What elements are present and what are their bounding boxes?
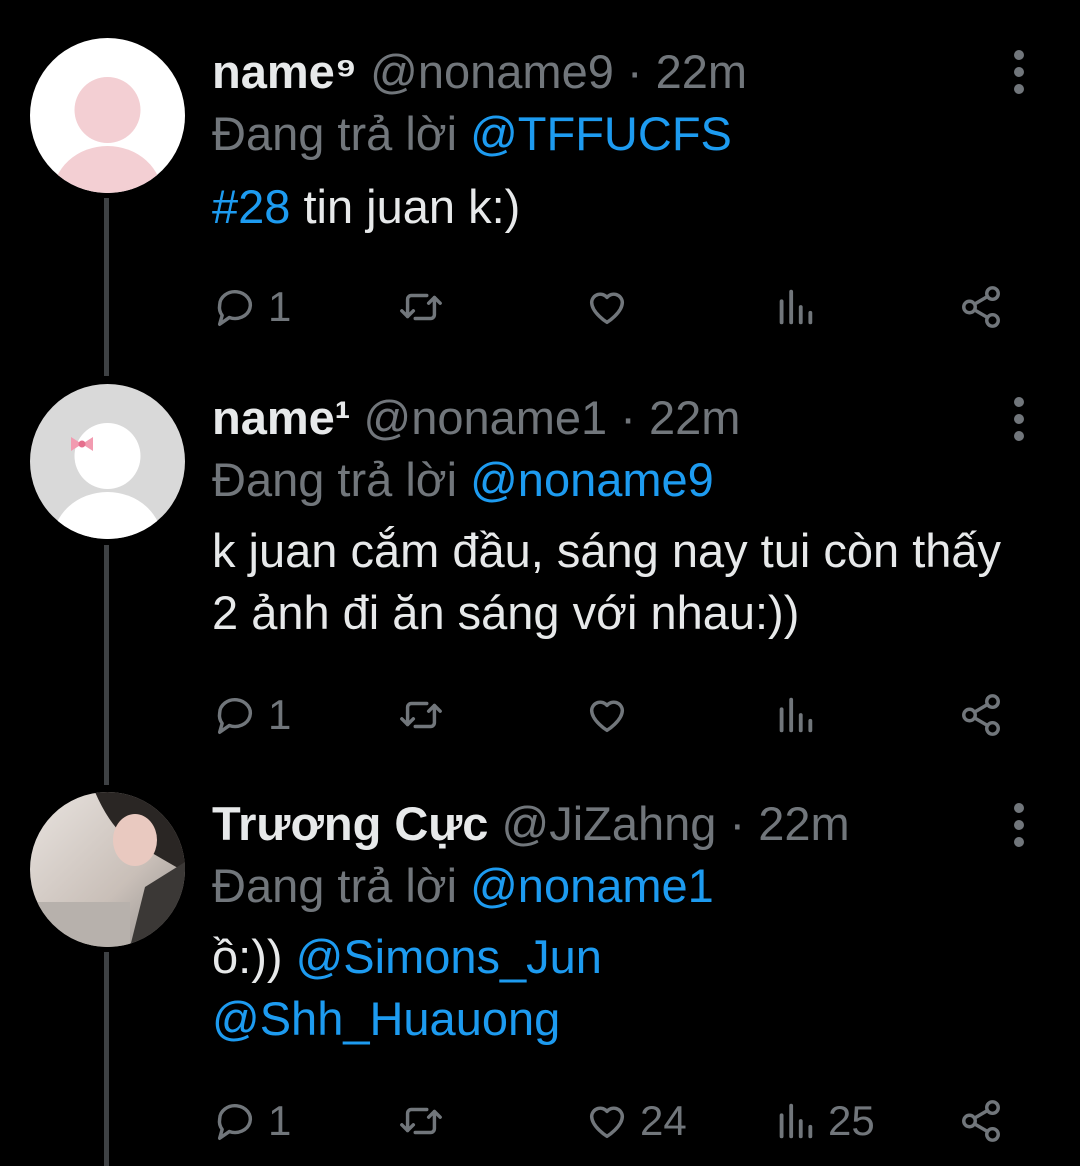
- tweet[interactable]: name⁹ @noname9 · 22m Đang trả lời @TFFUC…: [0, 0, 1080, 370]
- hashtag-link[interactable]: #28: [212, 180, 290, 233]
- views-icon: [779, 289, 813, 325]
- heart-icon: [589, 700, 625, 733]
- default-avatar-icon: [30, 38, 185, 193]
- views-button[interactable]: [772, 690, 818, 740]
- views-icon: [779, 697, 813, 733]
- reply-mention-link[interactable]: @TFFUCFS: [470, 107, 732, 160]
- reply-context: Đang trả lời @noname9: [212, 452, 1020, 508]
- reply-count: 1: [268, 1097, 292, 1144]
- user-handle[interactable]: @noname1: [364, 391, 608, 444]
- tweet-actions: 1: [212, 282, 1022, 332]
- mention-link[interactable]: @Shh_Huauong: [212, 992, 560, 1045]
- reply-icon: [217, 698, 253, 734]
- reply-prefix: Đang trả lời: [212, 107, 458, 160]
- tweet-header: name¹ @noname1 · 22m: [212, 390, 1020, 446]
- avatar[interactable]: [30, 792, 185, 947]
- user-handle[interactable]: @noname9: [370, 45, 614, 98]
- reply-mention-link[interactable]: @noname1: [470, 859, 714, 912]
- tweet[interactable]: name¹ @noname1 · 22m Đang trả lời @nonam…: [0, 370, 1080, 780]
- view-count: 25: [828, 1097, 875, 1144]
- reply-count: 1: [268, 283, 292, 330]
- more-options-icon[interactable]: [1004, 394, 1034, 444]
- default-avatar-icon: [30, 384, 185, 539]
- reply-count: 1: [268, 691, 292, 738]
- retweet-button[interactable]: [398, 690, 444, 740]
- views-icon: [779, 1103, 813, 1139]
- reply-context: Đang trả lời @noname1: [212, 858, 1020, 914]
- like-count: 24: [640, 1097, 687, 1144]
- retweet-icon: [400, 701, 442, 729]
- display-name[interactable]: Trương Cực: [212, 797, 488, 850]
- tweet-text: ồ:)) @Simons_Jun @Shh_Huauong: [212, 926, 1020, 1050]
- tweet[interactable]: Trương Cực @JiZahng · 22m Đang trả lời @…: [0, 780, 1080, 1166]
- tweet-header: name⁹ @noname9 · 22m: [212, 44, 1020, 100]
- like-button[interactable]: 24: [584, 1096, 687, 1146]
- avatar[interactable]: [30, 384, 185, 539]
- like-button[interactable]: [584, 282, 630, 332]
- user-handle[interactable]: @JiZahng: [502, 797, 717, 850]
- profile-photo-icon: [30, 792, 185, 947]
- like-button[interactable]: [584, 690, 630, 740]
- reply-prefix: Đang trả lời: [212, 859, 458, 912]
- reply-context: Đang trả lời @TFFUCFS: [212, 106, 1020, 162]
- reply-icon: [217, 290, 253, 326]
- tweet-actions: 1: [212, 690, 1022, 740]
- tweet-body: k juan cắm đầu, sáng nay tui còn thấy 2 …: [212, 524, 1002, 639]
- share-button[interactable]: [958, 690, 1004, 740]
- share-icon: [962, 286, 1000, 328]
- display-name[interactable]: name¹: [212, 391, 350, 444]
- tweet-body: tin juan k:): [290, 180, 521, 233]
- views-button[interactable]: 25: [772, 1096, 875, 1146]
- reply-button[interactable]: 1: [212, 1096, 291, 1146]
- tweet-text: #28 tin juan k:): [212, 176, 1020, 238]
- timestamp[interactable]: · 22m: [730, 797, 850, 850]
- timestamp[interactable]: · 22m: [627, 45, 747, 98]
- tweet-header: Trương Cực @JiZahng · 22m: [212, 796, 1020, 852]
- heart-icon: [589, 292, 625, 325]
- timestamp[interactable]: · 22m: [620, 391, 740, 444]
- more-options-icon[interactable]: [1004, 47, 1034, 97]
- share-button[interactable]: [958, 1096, 1004, 1146]
- more-options-icon[interactable]: [1004, 800, 1034, 850]
- retweet-button[interactable]: [398, 1096, 444, 1146]
- reply-prefix: Đang trả lời: [212, 453, 458, 506]
- views-button[interactable]: [772, 282, 818, 332]
- retweet-icon: [400, 293, 442, 321]
- share-button[interactable]: [958, 282, 1004, 332]
- retweet-icon: [400, 1107, 442, 1135]
- reply-icon: [217, 1104, 253, 1140]
- mention-link[interactable]: @Simons_Jun: [296, 930, 602, 983]
- reply-button[interactable]: 1: [212, 690, 291, 740]
- display-name[interactable]: name⁹: [212, 45, 357, 98]
- share-icon: [962, 694, 1000, 736]
- reply-button[interactable]: 1: [212, 282, 291, 332]
- tweet-body: ồ:)): [212, 930, 296, 983]
- tweet-actions: 1 24 25: [212, 1096, 1022, 1146]
- heart-icon: [589, 1106, 625, 1139]
- share-icon: [962, 1100, 1000, 1142]
- avatar[interactable]: [30, 38, 185, 193]
- reply-mention-link[interactable]: @noname9: [470, 453, 714, 506]
- retweet-button[interactable]: [398, 282, 444, 332]
